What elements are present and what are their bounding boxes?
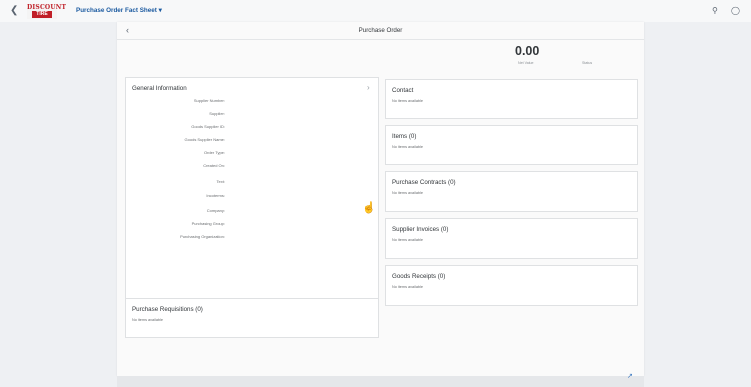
field-label: Purchasing Group: <box>191 221 225 226</box>
field-label: Goods Supplier ID: <box>191 124 225 129</box>
general-information-card[interactable]: General Information › Supplier Number: S… <box>125 77 379 312</box>
field-label: Order Type: <box>203 150 225 155</box>
field-label: Text: <box>216 179 225 184</box>
card-title: Purchase Contracts (0) <box>392 179 456 186</box>
empty-text: No items available <box>132 318 164 322</box>
card-title: Purchase Requisitions (0) <box>132 306 203 313</box>
page-header: ‹ Purchase Order <box>117 22 644 40</box>
field-label: Supplier: <box>209 111 225 116</box>
field-label: Company: <box>206 208 225 213</box>
chevron-left-icon[interactable]: ❮ <box>10 5 18 16</box>
search-icon[interactable]: ⚲ <box>712 6 718 15</box>
supplier-invoices-card[interactable]: Supplier Invoices (0) No items available <box>385 218 638 259</box>
object-page: ‹ Purchase Order 0.00 Net Value Status G… <box>117 22 644 376</box>
empty-text: No items available <box>392 99 424 103</box>
purchase-contracts-card[interactable]: Purchase Contracts (0) No items availabl… <box>385 171 638 212</box>
shell-bar: ❮ DISCOUNT TIRE Purchase Order Fact Shee… <box>0 0 751 22</box>
app-title-dropdown[interactable]: Purchase Order Fact Sheet ▾ <box>76 7 162 14</box>
card-title: Supplier Invoices (0) <box>392 226 449 233</box>
contact-card[interactable]: Contact No items available <box>385 79 638 119</box>
field-label: Goods Supplier Name: <box>184 137 225 142</box>
company-logo: DISCOUNT TIRE <box>27 4 67 19</box>
field-label: Supplier Number: <box>193 98 225 103</box>
field-label: Incoterms: <box>206 193 225 198</box>
user-icon[interactable]: ◯ <box>731 6 740 15</box>
net-value-label: Net Value <box>518 61 534 65</box>
card-title: Goods Receipts (0) <box>392 273 446 280</box>
empty-text: No items available <box>392 238 424 242</box>
status-label: Status <box>582 61 593 65</box>
hand-cursor-icon: ☝ <box>362 202 376 214</box>
card-title: General Information <box>132 85 187 92</box>
purchase-requisitions-card[interactable]: Purchase Requisitions (0) No items avail… <box>125 298 379 338</box>
items-card[interactable]: Items (0) No items available <box>385 125 638 165</box>
empty-text: No items available <box>392 285 424 289</box>
field-label: Purchasing Organization: <box>180 234 225 239</box>
card-title: Items (0) <box>392 133 417 140</box>
empty-text: No items available <box>392 191 424 195</box>
chevron-right-icon[interactable]: › <box>367 83 370 92</box>
goods-receipts-card[interactable]: Goods Receipts (0) No items available <box>385 265 638 306</box>
logo-text-bottom: TIRE <box>32 11 52 18</box>
empty-text: No items available <box>392 145 424 149</box>
net-value: 0.00 <box>515 44 540 58</box>
card-title: Contact <box>392 87 414 94</box>
page-title: Purchase Order <box>358 27 403 34</box>
export-icon[interactable]: ↗ <box>627 372 633 380</box>
field-label: Created On: <box>203 163 225 168</box>
logo-text-top: DISCOUNT <box>27 4 67 11</box>
page-footer: ↗ <box>117 373 644 387</box>
